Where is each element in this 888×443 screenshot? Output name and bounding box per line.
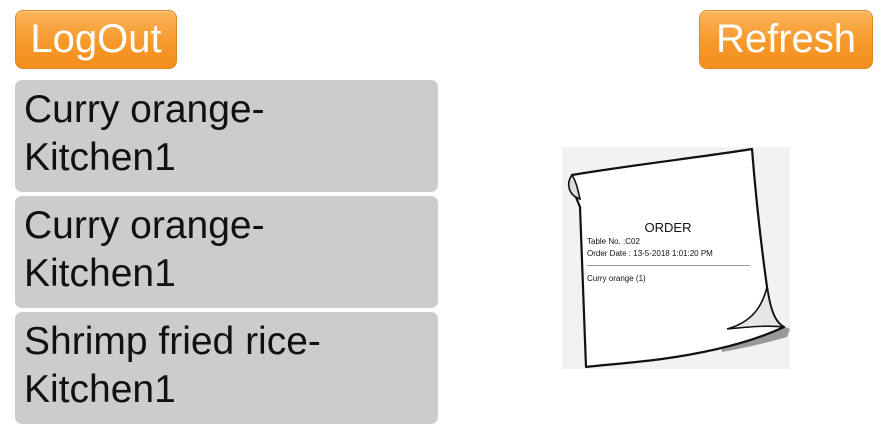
order-list-item[interactable]: Curry orange- Kitchen1: [15, 80, 438, 192]
order-list-item[interactable]: Curry orange- Kitchen1: [15, 196, 438, 308]
order-item-name: Curry orange-: [24, 88, 265, 131]
receipt-order-date: Order Date : 13-5-2018 1:01:20 PM: [587, 249, 713, 258]
receipt-divider: [587, 265, 750, 266]
logout-button[interactable]: LogOut: [15, 10, 177, 69]
receipt-paper-icon: [567, 147, 790, 369]
order-item-name: Shrimp fried rice-: [24, 320, 321, 363]
refresh-button[interactable]: Refresh: [699, 10, 873, 69]
order-item-kitchen: Kitchen1: [24, 368, 176, 411]
order-receipt-preview: ORDER Table No. :C02 Order Date : 13-5-2…: [562, 147, 790, 369]
order-item-kitchen: Kitchen1: [24, 252, 176, 295]
receipt-item-line: Curry orange (1): [587, 274, 646, 283]
receipt-title: ORDER: [644, 220, 692, 235]
order-item-name: Curry orange-: [24, 204, 265, 247]
order-list-item[interactable]: Shrimp fried rice- Kitchen1: [15, 312, 438, 424]
order-item-kitchen: Kitchen1: [24, 136, 176, 179]
receipt-table-number: Table No. :C02: [587, 237, 640, 246]
order-list: Curry orange- Kitchen1 Curry orange- Kit…: [15, 80, 438, 428]
